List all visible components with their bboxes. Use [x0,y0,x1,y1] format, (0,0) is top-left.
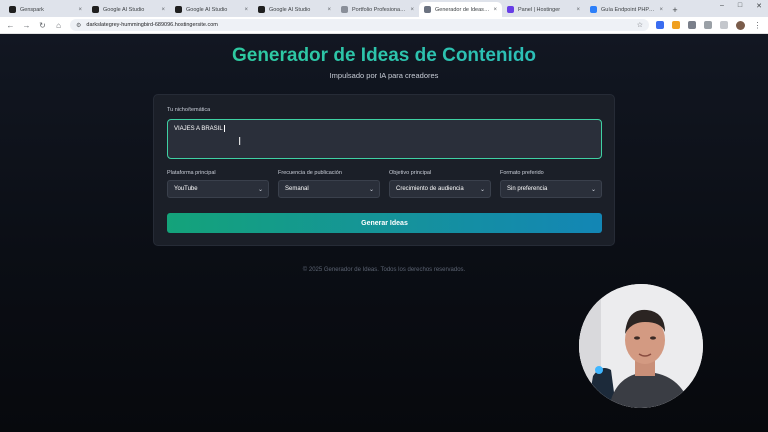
format-label: Formato preferido [500,170,544,176]
tab-favicon-icon [590,6,597,13]
maximize-icon[interactable]: □ [738,2,742,10]
goal-select[interactable]: Crecimiento de audiencia ⌄ [389,180,491,198]
niche-value: VIAJES A BRASIL [174,126,223,133]
extension-icon[interactable] [704,21,712,29]
chevron-down-icon: ⌄ [479,186,485,193]
tab-label: Panel | Hostinger [518,6,561,13]
footer-copyright: © 2025 Generador de Ideas. Todos los der… [302,267,466,273]
page-subtitle: Impulsado por IA para creadores [329,71,439,80]
tab-label: Genspark [20,6,44,13]
tab-close-icon[interactable]: × [78,7,82,13]
browser-tab[interactable]: Generador de Ideas de C... × [419,2,502,17]
chevron-down-icon: ⌄ [368,186,374,193]
tab-favicon-icon [258,6,265,13]
text-caret [223,125,225,132]
frequency-label: Frecuencia de publicación [278,170,342,176]
tab-label: Google AI Studio [103,6,145,13]
frequency-select[interactable]: Semanal ⌄ [278,180,380,198]
tab-favicon-icon [341,6,348,13]
niche-textarea[interactable]: VIAJES A BRASIL [167,119,602,159]
new-tab-button[interactable]: + [668,2,682,17]
tab-label: Google AI Studio [269,6,311,13]
generate-ideas-button[interactable]: Generar Ideas [167,213,602,233]
format-selected-value: Sin preferencia [507,186,548,192]
goal-label: Objetivo principal [389,170,432,176]
tab-label: Guía Endpoint PHP - RC... [601,6,655,13]
forward-icon[interactable]: → [22,21,31,30]
browser-tab[interactable]: Google AI Studio × [253,2,336,17]
home-icon[interactable]: ⌂ [54,21,63,30]
browser-tab[interactable]: Guía Endpoint PHP - RC... × [585,2,668,17]
idea-form-card: Tu nicho/temática VIAJES A BRASIL I Plat… [153,94,615,246]
tab-close-icon[interactable]: × [659,7,663,13]
profile-avatar[interactable] [736,20,745,30]
page-title: Generador de Ideas de Contenido [0,45,768,67]
tab-favicon-icon [507,6,514,13]
tab-strip: Genspark × Google AI Studio × Google AI Stud… [0,0,768,17]
tab-label: Portfolio Profesional | R... [352,6,406,13]
menu-dots-icon[interactable]: ⋮ [753,21,762,30]
tab-favicon-icon [92,6,99,13]
url-text: darkslategrey-hummingbird-689096.hosting… [86,22,218,28]
window-controls: – □ ✕ [720,2,762,10]
tab-close-icon[interactable]: × [493,7,497,13]
browser-tab[interactable]: Google AI Studio × [87,2,170,17]
tab-close-icon[interactable]: × [327,7,331,13]
close-window-icon[interactable]: ✕ [756,2,762,10]
niche-label: Tu nicho/temática [167,107,211,113]
browser-tab[interactable]: Panel | Hostinger × [502,2,585,17]
browser-tab[interactable]: Google AI Studio × [170,2,253,17]
bookmark-star-icon[interactable]: ☆ [637,21,643,29]
tab-favicon-icon [175,6,182,13]
platform-select[interactable]: YouTube ⌄ [167,180,269,198]
reload-icon[interactable]: ↻ [38,21,47,30]
format-select[interactable]: Sin preferencia ⌄ [500,180,602,198]
browser-toolbar: ← → ↻ ⌂ ⚙ darkslategrey-hummingbird-6890… [0,17,768,34]
minimize-icon[interactable]: – [720,2,724,10]
tab-close-icon[interactable]: × [161,7,165,13]
extension-icon[interactable] [656,21,664,29]
tab-close-icon[interactable]: × [244,7,248,13]
tab-favicon-icon [424,6,431,13]
text-cursor-icon: I [238,135,242,148]
goal-selected-value: Crecimiento de audiencia [396,186,464,192]
browser-tab[interactable]: Portfolio Profesional | R... × [336,2,419,17]
extensions-puzzle-icon[interactable] [720,21,728,29]
tab-label: Generador de Ideas de C... [435,6,489,13]
platform-selected-value: YouTube [174,186,198,192]
extension-icon[interactable] [672,21,680,29]
webcam-overlay [579,284,703,408]
browser-window: Genspark × Google AI Studio × Google AI Stud… [0,0,768,432]
tab-close-icon[interactable]: × [576,7,580,13]
tab-close-icon[interactable]: × [410,7,414,13]
back-icon[interactable]: ← [6,21,15,30]
chevron-down-icon: ⌄ [257,186,263,193]
browser-tab[interactable]: Genspark × [4,2,87,17]
presenter-video [579,284,703,408]
tab-favicon-icon [9,6,16,13]
site-info-icon[interactable]: ⚙ [76,22,81,29]
platform-label: Plataforma principal [167,170,216,176]
tab-label: Google AI Studio [186,6,228,13]
chevron-down-icon: ⌄ [590,186,596,193]
extension-icon[interactable] [688,21,696,29]
address-bar[interactable]: ⚙ darkslategrey-hummingbird-689096.hosti… [70,19,649,31]
frequency-selected-value: Semanal [285,186,309,192]
